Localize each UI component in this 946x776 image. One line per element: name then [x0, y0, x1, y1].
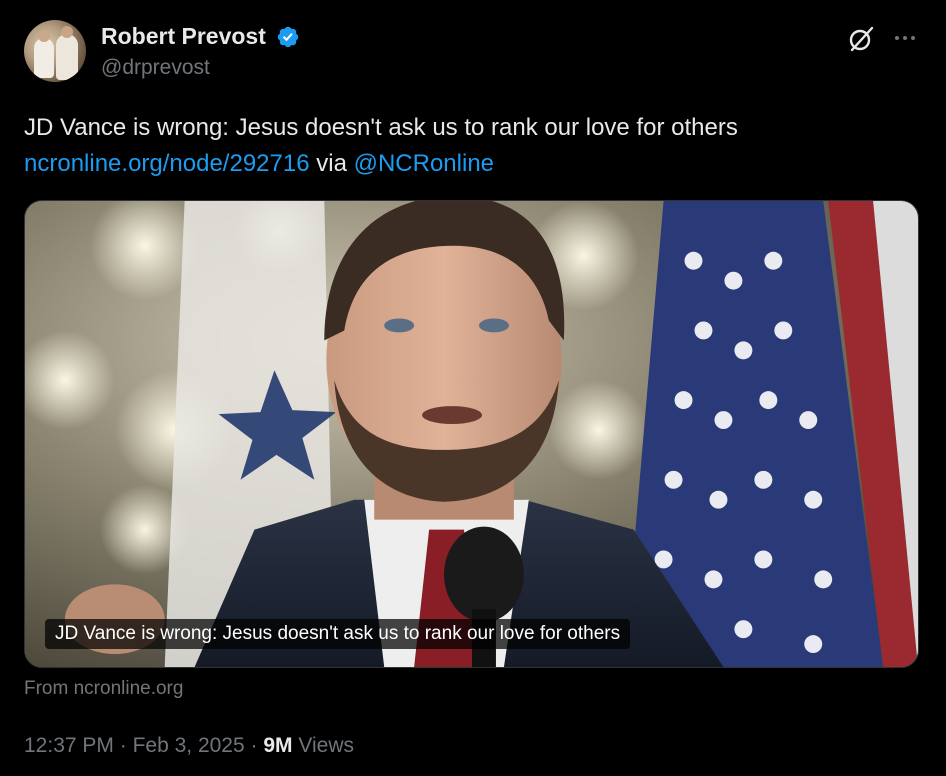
avatar-figure [56, 34, 78, 80]
meta-separator: · [119, 734, 127, 757]
tweet: Robert Prevost @drprevost JD Vance is wr… [0, 0, 946, 776]
card-caption: JD Vance is wrong: Jesus doesn't ask us … [45, 619, 631, 649]
views-label: Views [298, 734, 355, 757]
avatar-figure [61, 26, 73, 38]
grok-icon[interactable] [846, 24, 876, 54]
more-options-icon[interactable] [891, 26, 919, 50]
tweet-text: JD Vance is wrong: Jesus doesn't ask us … [24, 110, 924, 182]
meta-separator: · [250, 734, 258, 757]
views-count: 9M [263, 734, 293, 757]
author-handle[interactable]: @drprevost [101, 55, 210, 81]
author-display-name[interactable]: Robert Prevost [101, 22, 266, 50]
card-image [25, 201, 918, 667]
mention-link[interactable]: @NCRonline [354, 150, 494, 177]
card-source[interactable]: From ncronline.org [24, 678, 183, 700]
avatar-figure [34, 38, 54, 78]
link-card[interactable]: JD Vance is wrong: Jesus doesn't ask us … [24, 200, 919, 668]
avatar-figure [38, 30, 50, 42]
via-text: via [316, 150, 347, 177]
avatar[interactable] [24, 20, 86, 82]
tweet-meta: 12:37 PM · Feb 3, 2025 · 9M Views [24, 732, 354, 760]
tweet-time[interactable]: 12:37 PM [24, 734, 114, 757]
verified-badge-icon[interactable] [276, 25, 300, 49]
tweet-date[interactable]: Feb 3, 2025 [133, 734, 245, 757]
article-link[interactable]: ncronline.org/node/292716 [24, 150, 310, 177]
tweet-body: JD Vance is wrong: Jesus doesn't ask us … [24, 114, 738, 141]
